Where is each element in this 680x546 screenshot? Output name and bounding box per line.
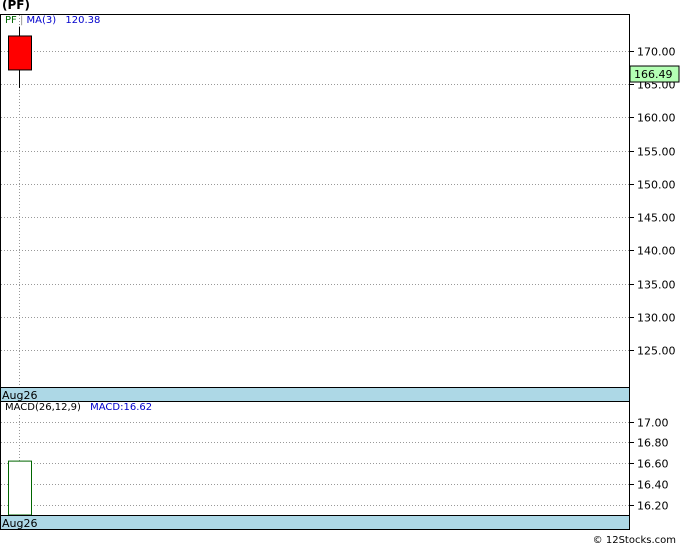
ma-value: 120.38 xyxy=(65,15,101,26)
macd-tick-label: 17.00 xyxy=(637,417,669,430)
price-legend: PF | MA(3) 120.38 xyxy=(5,15,101,26)
price-tick-label: 125.00 xyxy=(637,345,676,358)
last-price-label: 166.49 xyxy=(634,68,673,81)
macd-tick-label: 16.60 xyxy=(637,458,669,471)
macd-panel-frame xyxy=(0,401,630,516)
price-tick-label: 140.00 xyxy=(637,245,676,258)
price-tick-label: 160.00 xyxy=(637,112,676,125)
ma-label: MA(3) xyxy=(26,15,57,26)
price-tick-label: 135.00 xyxy=(637,279,676,292)
candle-body xyxy=(8,35,32,71)
price-date-band xyxy=(0,387,630,402)
symbol-label: PF xyxy=(5,15,17,26)
macd-label: MACD(26,12,9) xyxy=(5,402,81,413)
price-tick-label: 170.00 xyxy=(637,46,676,59)
stock-chart: 125.00 130.00 135.00 140.00 145.00 150.00 155.… xyxy=(0,14,680,530)
price-tick-label: 155.00 xyxy=(637,146,676,159)
price-date-label: Aug26 xyxy=(2,389,37,402)
credit-text: © 12Stocks.com xyxy=(592,535,676,546)
macd-tick-label: 16.80 xyxy=(637,437,669,450)
macd-date-band xyxy=(0,515,630,530)
macd-value: MACD:16.62 xyxy=(90,402,153,413)
price-tick-label: 130.00 xyxy=(637,312,676,325)
price-tick-label: 145.00 xyxy=(637,212,676,225)
macd-tick-label: 16.40 xyxy=(637,479,669,492)
chart-title: (PF) xyxy=(2,0,30,12)
macd-tick-label: 16.20 xyxy=(637,500,669,513)
macd-bar xyxy=(8,460,32,516)
macd-date-label: Aug26 xyxy=(2,517,37,530)
price-panel-frame xyxy=(0,14,630,388)
macd-legend: MACD(26,12,9) MACD:16.62 xyxy=(5,402,152,413)
price-tick-label: 150.00 xyxy=(637,179,676,192)
